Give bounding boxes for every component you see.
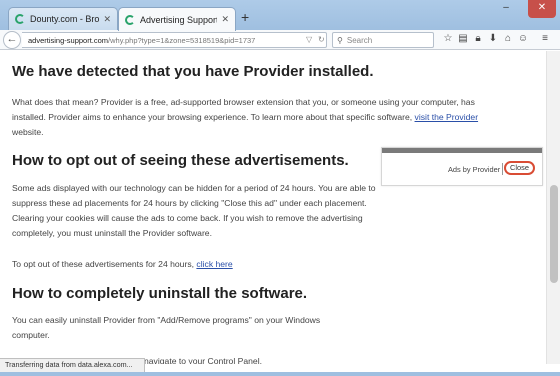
address-bar[interactable]: advertising-support.com /why.php?type=1&… [22,32,327,48]
ad-popup: Ads by Provider Close [381,147,543,186]
uninstall-paragraph: You can easily uninstall Provider from "… [12,315,321,340]
heading-detected: We have detected that you have Provider … [12,63,374,80]
visit-provider-link[interactable]: visit the Provider [415,112,479,122]
url-host: advertising-support.com [28,35,109,45]
control-panel-text: navigate to your Control Panel. [144,356,262,364]
search-input[interactable]: ⚲ Search [332,32,434,48]
tab-title: Dounty.com - Browser Sec... [30,14,100,24]
heading-opt-out: How to opt out of seeing these advertise… [12,152,349,169]
heading-uninstall: How to completely uninstall the software… [12,285,308,302]
page-content: We have detected that you have Provider … [0,51,546,364]
window-bottom-edge [0,372,560,376]
ad-separator [502,163,503,175]
reload-icon[interactable]: ↻ [318,35,325,44]
new-tab-button[interactable]: + [241,9,249,25]
site-favicon-icon [125,14,135,25]
search-icon: ⚲ [337,35,343,45]
site-favicon-icon [15,14,25,24]
status-bar: Transferring data from data.alexa.com... [0,358,145,372]
chat-icon[interactable]: ☺ [516,33,530,44]
search-placeholder: Search [346,35,373,45]
url-path: /why.php?type=1&zone=5318519&pid=1737 [108,35,256,45]
minimize-button[interactable]: – [496,0,516,18]
click-here-link[interactable]: click here [196,259,232,269]
star-icon[interactable]: ☆ [441,33,455,44]
scrollbar-thumb[interactable] [550,185,558,283]
opt-out-paragraph: Some ads displayed with our technology c… [12,183,376,238]
window-close-button[interactable]: ✕ [528,0,556,18]
menu-icon[interactable]: ≡ [538,33,552,44]
lock-icon[interactable]: 🔒︎ [471,33,485,44]
reading-list-icon[interactable]: ▤ [456,33,470,44]
home-icon[interactable]: ⌂ [501,33,515,44]
back-button[interactable]: ← [3,31,21,49]
tab-strip: Dounty.com - Browser Sec... ✕ Advertisin… [0,0,560,31]
opt-out-instruction: To opt out of these advertisements for 2… [12,259,233,269]
navigation-bar: ← advertising-support.com /why.php?type=… [0,30,560,50]
tab-advertising-support[interactable]: Advertising Support ✕ [118,7,236,31]
close-ad-button[interactable]: Close [504,161,535,175]
tab-title: Advertising Support [140,14,218,25]
tab-dounty[interactable]: Dounty.com - Browser Sec... ✕ [8,7,118,30]
back-icon: ← [6,33,18,45]
ad-header-bar [382,148,542,153]
dropdown-arrow-icon[interactable]: ▽ [306,35,312,44]
intro-paragraph: What does that mean? Provider is a free,… [12,97,479,137]
vertical-scrollbar[interactable] [546,51,560,364]
close-tab-icon[interactable]: ✕ [221,14,229,25]
close-tab-icon[interactable]: ✕ [103,14,111,25]
ads-by-provider-label: Ads by Provider [448,165,501,174]
download-icon[interactable]: ⬇ [486,33,500,44]
